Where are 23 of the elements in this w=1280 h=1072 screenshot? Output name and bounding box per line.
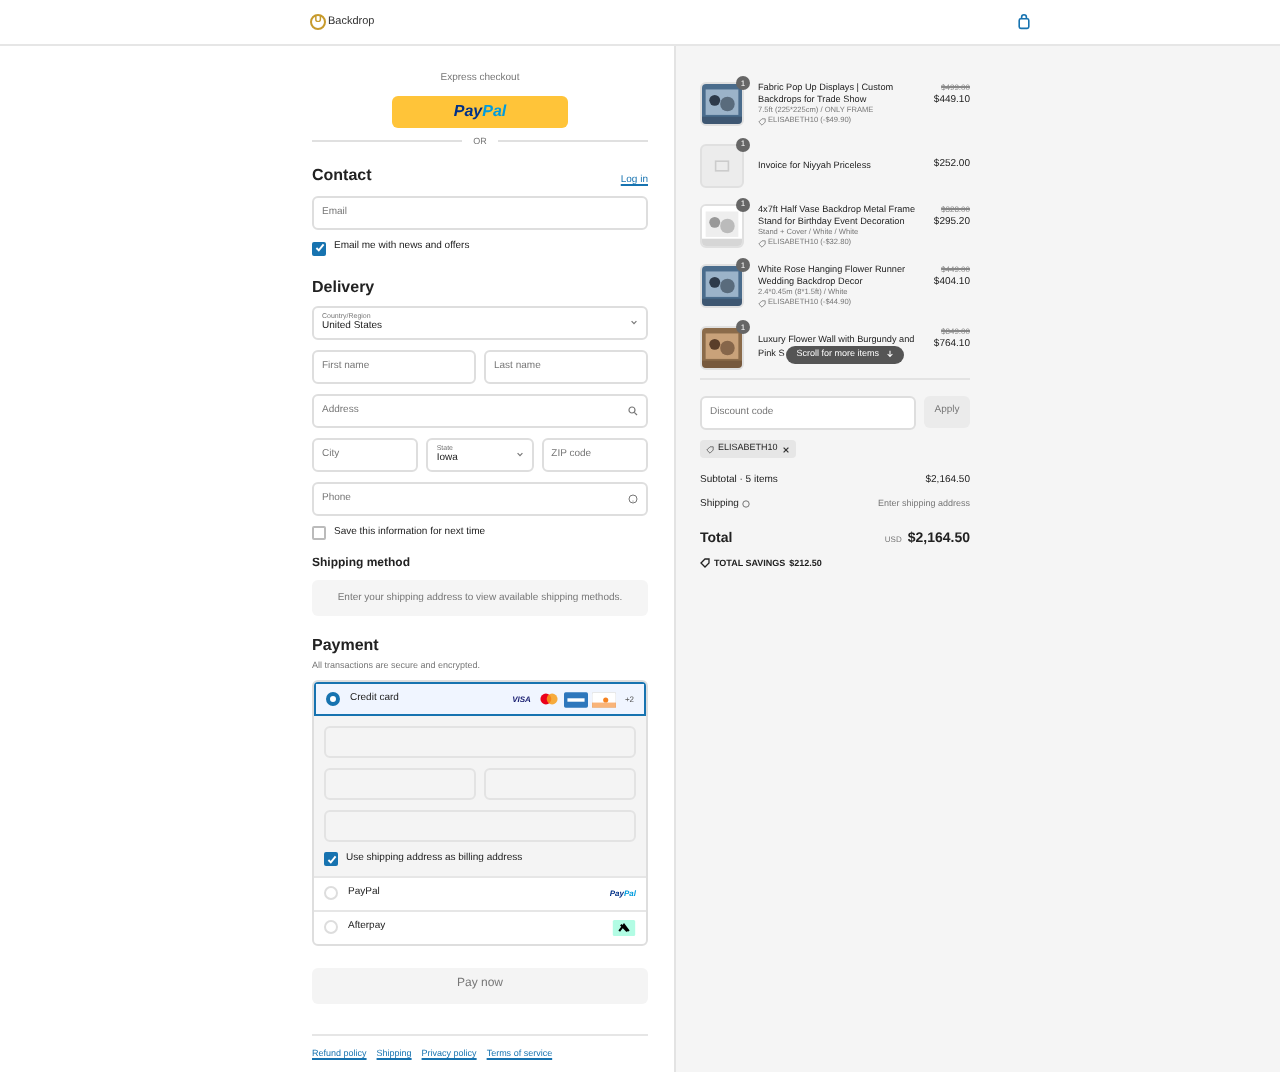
section-heading: Delivery	[312, 275, 377, 300]
section-heading: Payment	[312, 634, 381, 659]
tag-icon	[758, 239, 766, 248]
tag-icon	[700, 558, 710, 569]
shopping-bag-icon[interactable]	[1016, 14, 1032, 30]
afterpay-logo-icon	[612, 919, 636, 935]
chevron-down-icon	[515, 450, 524, 459]
arrow-down-icon	[885, 350, 894, 359]
image-icon	[714, 157, 730, 174]
discover-card-icon	[592, 691, 617, 707]
help-icon	[628, 493, 638, 504]
mastercard-icon	[538, 692, 561, 706]
tag-icon	[706, 445, 714, 454]
radio-button[interactable]	[326, 692, 340, 706]
search-icon	[628, 405, 638, 416]
help-icon	[742, 500, 751, 509]
close-icon[interactable]	[781, 445, 790, 454]
amex-card-icon	[564, 691, 589, 707]
section-heading: Contact	[312, 164, 372, 189]
checkbox[interactable]	[312, 526, 326, 540]
paypal-button[interactable]: PayPal	[392, 95, 568, 127]
tag-icon	[758, 300, 766, 309]
tag-icon	[758, 117, 766, 126]
